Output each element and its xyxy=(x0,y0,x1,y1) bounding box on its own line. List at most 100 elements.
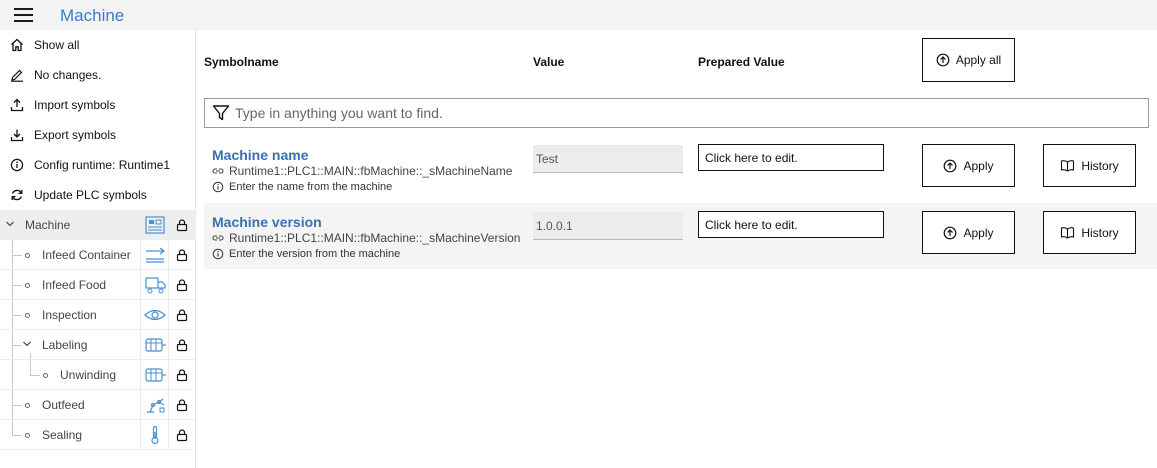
symbol-name: Machine version xyxy=(212,214,322,230)
divider xyxy=(140,360,141,390)
menu-label: Config runtime: Runtime1 xyxy=(34,158,171,172)
divider xyxy=(140,390,141,420)
tree-item-label: Infeed Food xyxy=(42,278,107,292)
symbol-path-text: Runtime1::PLC1::MAIN::fbMachine::_sMachi… xyxy=(229,164,513,178)
tree-item-labeling[interactable]: Labeling xyxy=(0,330,196,360)
menu-no-changes[interactable]: No changes. xyxy=(0,60,196,90)
tree-item-infeed-food[interactable]: Infeed Food xyxy=(0,270,196,300)
prepared-value-input[interactable]: Click here to edit. xyxy=(698,211,884,238)
filter-input[interactable] xyxy=(235,104,1135,122)
tree-item-infeed-container[interactable]: Infeed Container xyxy=(0,240,196,270)
top-bar: Machine xyxy=(0,0,1157,30)
divider xyxy=(168,330,169,360)
history-button[interactable]: History xyxy=(1043,144,1136,187)
apply-button[interactable]: Apply xyxy=(922,211,1015,254)
home-icon xyxy=(0,38,34,52)
refresh-icon xyxy=(0,188,34,202)
tree-connector xyxy=(12,285,22,286)
tree-item-unwinding[interactable]: Unwinding xyxy=(0,360,196,390)
menu-config-runtime[interactable]: Config runtime: Runtime1 xyxy=(0,150,196,180)
lock-icon[interactable] xyxy=(175,278,189,292)
info-icon xyxy=(212,248,224,260)
symbol-path-text: Runtime1::PLC1::MAIN::fbMachine::_sMachi… xyxy=(229,231,521,245)
tree-connector xyxy=(12,345,22,346)
lock-icon[interactable] xyxy=(175,398,189,412)
tree-item-machine[interactable]: Machine xyxy=(0,210,196,240)
divider xyxy=(168,210,169,240)
tree-connector xyxy=(12,435,22,436)
value-field: Test xyxy=(533,145,683,173)
conveyor-arrow-icon xyxy=(146,247,165,263)
download-icon xyxy=(0,128,34,142)
tree-item-sealing[interactable]: Sealing xyxy=(0,420,196,450)
lock-icon[interactable] xyxy=(175,368,189,382)
hamburger-menu-icon[interactable] xyxy=(14,8,33,22)
filter-icon xyxy=(212,105,230,121)
tree-item-label: Infeed Container xyxy=(42,248,131,262)
lock-icon[interactable] xyxy=(175,308,189,322)
lock-icon[interactable] xyxy=(175,248,189,262)
info-icon xyxy=(212,181,224,193)
lock-icon[interactable] xyxy=(175,428,189,442)
apply-label: Apply xyxy=(963,158,994,173)
menu-label: Show all xyxy=(34,38,80,52)
menu-import-symbols[interactable]: Import symbols xyxy=(0,90,196,120)
label-machine-icon xyxy=(145,338,166,352)
symbol-path: Runtime1::PLC1::MAIN::fbMachine::_sMachi… xyxy=(212,164,512,178)
symbol-description: Enter the version from the machine xyxy=(212,248,400,260)
tree-item-inspection[interactable]: Inspection xyxy=(0,300,196,330)
lock-icon[interactable] xyxy=(175,218,189,232)
divider xyxy=(168,420,169,450)
tree-bullet xyxy=(25,433,30,438)
menu-show-all[interactable]: Show all xyxy=(0,30,196,60)
lock-icon[interactable] xyxy=(175,338,189,352)
prepared-value-input[interactable]: Click here to edit. xyxy=(698,144,884,171)
divider xyxy=(140,330,141,360)
menu-label: Update PLC symbols xyxy=(34,188,147,202)
arrow-up-circle-icon xyxy=(936,53,950,67)
tree-connector xyxy=(12,255,22,256)
tree-item-outfeed[interactable]: Outfeed xyxy=(0,390,196,420)
arrow-up-circle-icon xyxy=(944,159,957,172)
apply-button[interactable]: Apply xyxy=(922,144,1015,187)
history-label: History xyxy=(1081,225,1119,240)
symbol-description: Enter the name from the machine xyxy=(212,181,392,193)
apply-all-button[interactable]: Apply all xyxy=(922,38,1015,82)
sidebar: Show all No changes. Import symbols Expo… xyxy=(0,30,196,468)
divider xyxy=(140,420,141,450)
symbol-description-text: Enter the name from the machine xyxy=(229,181,393,193)
divider xyxy=(140,270,141,300)
tree-item-label: Labeling xyxy=(42,338,88,352)
divider xyxy=(168,300,169,330)
tree-connector xyxy=(12,315,22,316)
column-header-prepared-value: Prepared Value xyxy=(698,55,785,69)
divider xyxy=(168,390,169,420)
link-icon xyxy=(212,235,224,241)
tree-item-label: Sealing xyxy=(42,428,83,442)
divider xyxy=(168,270,169,300)
tree-bullet xyxy=(43,373,48,378)
book-icon xyxy=(1061,227,1075,239)
label-machine-icon xyxy=(145,368,166,382)
eye-icon xyxy=(144,309,166,321)
chevron-down-icon[interactable] xyxy=(5,219,15,229)
divider xyxy=(140,210,141,240)
symbol-name: Machine name xyxy=(212,147,309,163)
machine-icon xyxy=(145,216,165,234)
menu-label: Import symbols xyxy=(34,98,116,112)
tree-connector xyxy=(12,405,22,406)
table-row: Machine version Runtime1::PLC1::MAIN::fb… xyxy=(204,203,1157,269)
upload-icon xyxy=(0,98,34,112)
robot-icon xyxy=(147,398,165,413)
chevron-down-icon[interactable] xyxy=(22,339,32,349)
book-icon xyxy=(1061,160,1075,172)
tree-item-label: Unwinding xyxy=(60,368,117,382)
menu-update-plc-symbols[interactable]: Update PLC symbols xyxy=(0,180,196,210)
tree-item-label: Outfeed xyxy=(42,398,85,412)
history-label: History xyxy=(1081,158,1119,173)
divider xyxy=(168,360,169,390)
tree-item-label: Inspection xyxy=(42,308,97,322)
menu-export-symbols[interactable]: Export symbols xyxy=(0,120,196,150)
history-button[interactable]: History xyxy=(1043,211,1136,254)
divider xyxy=(168,240,169,270)
